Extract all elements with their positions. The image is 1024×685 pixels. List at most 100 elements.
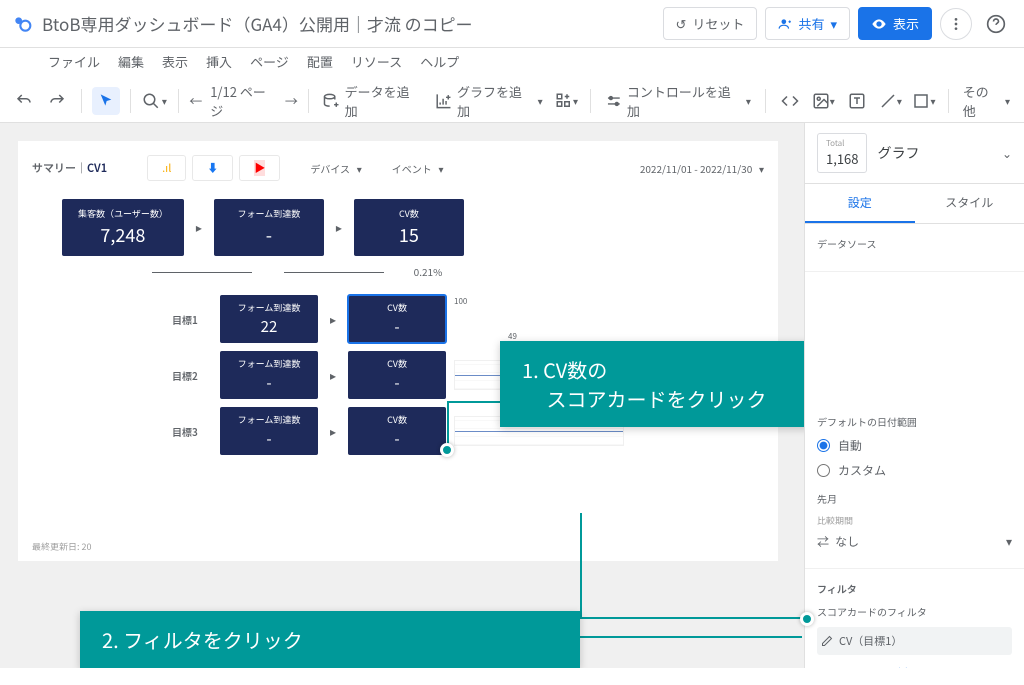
annotation-connector [580,513,582,619]
datasource-yt-button[interactable]: ▶ [239,155,280,181]
datasource-section: データソース [805,224,1024,272]
tab-style[interactable]: スタイル [915,184,1024,223]
event-filter[interactable]: イベント ▾ [392,161,444,176]
community-viz-button[interactable]: ▾ [553,87,581,115]
menu-view[interactable]: 表示 [162,52,188,71]
line-button[interactable]: ▾ [877,87,905,115]
redo-icon [48,92,66,110]
grid-plus-icon [555,92,573,110]
pencil-icon [821,635,833,647]
page-indicator: 1/12 ページ [210,82,277,120]
help-icon [986,14,1006,34]
line-icon [879,92,897,110]
database-plus-icon [323,92,341,110]
scorecard-goal3-form[interactable]: フォーム到達数- [220,407,318,455]
date-range-filter[interactable]: 2022/11/01 - 2022/11/30 ▾ [640,161,764,176]
select-tool[interactable] [92,87,120,115]
panel-tabs: 設定 スタイル [805,184,1024,224]
menu-resource[interactable]: リソース [351,52,402,71]
image-button[interactable]: ▾ [809,87,837,115]
chevron-down-icon[interactable]: ⌄ [1002,145,1012,162]
add-data-button[interactable]: データを追加 [319,82,425,120]
page-navigator: ← 1/12 ページ → [189,82,298,120]
funnel-arrow: ▸ [332,219,346,236]
menubar: ファイル 編集 表示 挿入 ページ 配置 リソース ヘルプ [0,48,1024,79]
image-icon [812,92,830,110]
device-filter[interactable]: デバイス ▾ [310,161,361,176]
square-icon [912,92,930,110]
text-button[interactable] [843,87,871,115]
panel-header: Total 1,168 グラフ ⌄ [805,123,1024,184]
summary-label: サマリー｜CV1 [32,160,107,176]
add-chart-button[interactable]: グラフを追加▾ [431,82,546,120]
zoom-icon [142,92,160,110]
scorecard-goal2-cv[interactable]: CV数- [348,351,446,399]
last-update-label: 最終更新日: 20 [32,540,92,553]
annotation-1: 1. CV数の スコアカードをクリック [500,341,804,427]
compare-period-select[interactable]: ⇄なし ▾ [817,527,1012,556]
share-button[interactable]: 共有▾ [765,7,850,40]
chart-type-label: グラフ [877,143,1001,163]
more-vert-icon [948,16,964,32]
filter-item-cv-goal1[interactable]: CV（目標1） [817,627,1012,655]
funnel-row: 集客数（ユーザー数） 7,248 ▸ フォーム到達数 - ▸ CV数 15 49 [62,199,764,256]
funnel-arrow: ▸ [192,219,206,236]
date-custom-radio[interactable]: カスタム [817,462,1012,479]
cursor-icon [98,93,114,109]
person-add-icon [778,17,792,31]
canvas[interactable]: サマリー｜CV1 .ıl ⬇ ▶ デバイス ▾ イベント ▾ 2022/11/0… [0,123,804,668]
undo-icon [15,92,33,110]
annotation-connector [580,617,802,619]
add-control-button[interactable]: コントロールを追加▾ [601,82,755,120]
report-title[interactable]: BtoB専用ダッシュボード（GA4）公開用｜才流 のコピー [42,11,655,36]
report-header: サマリー｜CV1 .ıl ⬇ ▶ デバイス ▾ イベント ▾ 2022/11/0… [32,155,764,181]
code-icon [781,92,799,110]
scorecard-goal2-form[interactable]: フォーム到達数- [220,351,318,399]
tab-setup[interactable]: 設定 [805,184,915,223]
date-auto-radio[interactable]: 自動 [817,437,1012,454]
scorecard-goal3-cv[interactable]: CV数- [348,407,446,455]
eye-icon [871,16,887,32]
filter-section: フィルタ スコアカードのフィルタ CV（目標1） ⊕フィルタを追加 [805,569,1024,668]
menu-arrange[interactable]: 配置 [307,52,333,71]
undo-button[interactable] [10,87,38,115]
other-menu[interactable]: その他▾ [959,82,1014,120]
chart-plus-icon [435,92,453,110]
scorecard-goal1-cv[interactable]: CV数- [348,295,446,343]
menu-insert[interactable]: 挿入 [206,52,232,71]
menu-page[interactable]: ページ [250,52,289,71]
annotation-dot-1 [440,443,454,457]
help-button[interactable] [980,8,1012,40]
zoom-button[interactable]: ▾ [141,87,169,115]
annotation-connector [580,636,802,638]
more-options-button[interactable] [940,8,972,40]
annotation-connector [447,401,503,403]
chart-annotation-value: 100 [454,296,467,307]
scorecard-cv[interactable]: CV数 15 [354,199,464,256]
datasource-ga-button[interactable]: .ıl [147,155,186,181]
cvr-label: 0.21% [92,264,764,279]
looker-studio-logo-icon [12,14,32,34]
annotation-2: 2. フィルタをクリック [80,611,580,668]
add-filter-button[interactable]: ⊕フィルタを追加 [817,659,1012,668]
menu-help[interactable]: ヘルプ [420,52,459,71]
view-button[interactable]: 表示 [858,7,932,40]
text-icon [848,92,866,110]
scorecard-form[interactable]: フォーム到達数 - [214,199,324,256]
scorecard-users[interactable]: 集客数（ユーザー数） 7,248 [62,199,184,256]
sliders-icon [605,92,623,110]
shape-button[interactable]: ▾ [910,87,938,115]
chart-type-preview[interactable]: Total 1,168 [817,133,867,173]
menu-edit[interactable]: 編集 [118,52,144,71]
annotation-dot-2 [800,612,814,626]
reset-button[interactable]: ↺リセット [663,7,758,40]
prev-page-button[interactable]: ← [189,91,202,110]
properties-panel: Total 1,168 グラフ ⌄ 設定 スタイル データソース デフォルトの日… [804,123,1024,668]
menu-file[interactable]: ファイル [48,52,100,71]
redo-button[interactable] [44,87,72,115]
next-page-button[interactable]: → [285,91,298,110]
scorecard-goal1-form[interactable]: フォーム到達数22 [220,295,318,343]
datasource-fb-button[interactable]: ⬇ [192,155,233,181]
main-area: サマリー｜CV1 .ıl ⬇ ▶ デバイス ▾ イベント ▾ 2022/11/0… [0,123,1024,668]
embed-button[interactable] [776,87,804,115]
